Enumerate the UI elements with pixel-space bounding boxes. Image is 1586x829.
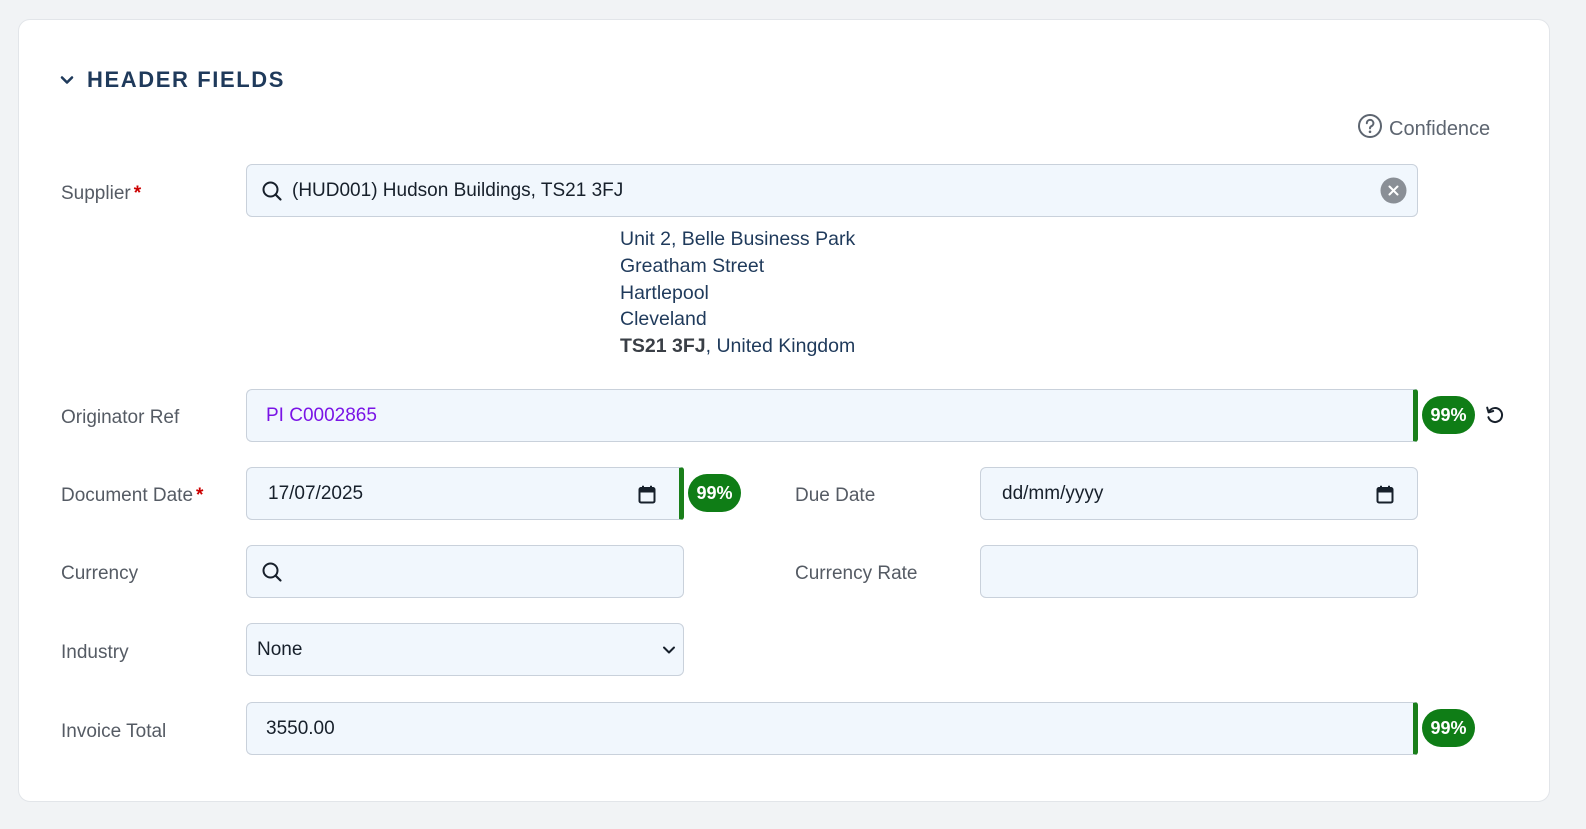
chevron-down-icon <box>59 72 75 88</box>
address-line: Hartlepool <box>620 281 709 304</box>
help-circle-icon <box>1357 113 1389 145</box>
header-fields-card: HEADER FIELDS Confidence Supplier * (HUD0… <box>18 19 1550 802</box>
industry-select[interactable]: None <box>246 623 684 676</box>
currency-rate-label: Currency Rate <box>795 563 918 584</box>
industry-label: Industry <box>61 642 129 663</box>
supplier-label-text: Supplier <box>61 183 131 204</box>
originator-ref-value: PI C0002865 <box>266 404 377 426</box>
supplier-label: Supplier * <box>61 183 141 205</box>
currency-label: Currency <box>61 563 139 584</box>
confidence-badge: 99% <box>1422 396 1475 434</box>
address-line: Cleveland <box>620 308 707 331</box>
postcode: TS21 3FJ <box>620 335 706 358</box>
required-marker: * <box>196 485 204 506</box>
supplier-address: Unit 2, Belle Business Park Greatham Str… <box>620 226 855 360</box>
supplier-search-field[interactable]: (HUD001) Hudson Buildings, TS21 3FJ <box>246 164 1418 217</box>
confidence-label: Confidence <box>1389 117 1491 140</box>
confidence-help[interactable]: Confidence <box>1357 113 1490 145</box>
calendar-icon[interactable] <box>1376 485 1394 504</box>
currency-rate-input[interactable] <box>980 545 1418 598</box>
address-line-postcode: TS21 3FJ, United Kingdom <box>620 333 855 360</box>
originator-ref-input[interactable]: PI C0002865 <box>246 389 1418 442</box>
document-date-input[interactable]: 17/07/2025 <box>246 467 684 520</box>
industry-selected: None <box>257 638 303 660</box>
clear-icon[interactable] <box>1380 177 1407 204</box>
calendar-icon[interactable] <box>638 485 656 504</box>
supplier-value: (HUD001) Hudson Buildings, TS21 3FJ <box>292 179 624 201</box>
currency-search-field[interactable] <box>246 545 684 598</box>
search-icon <box>261 180 283 202</box>
invoice-total-label: Invoice Total <box>61 721 167 742</box>
section-title: HEADER FIELDS <box>87 67 286 92</box>
invoice-total-input[interactable]: 3550.00 <box>246 702 1418 755</box>
reset-icon[interactable] <box>1484 404 1506 426</box>
chevron-down-icon <box>661 642 677 658</box>
invoice-total-value: 3550.00 <box>266 717 335 739</box>
due-date-placeholder: dd/mm/yyyy <box>1002 482 1104 504</box>
document-date-value: 17/07/2025 <box>268 482 364 504</box>
originator-ref-label: Originator Ref <box>61 407 180 428</box>
due-date-label: Due Date <box>795 485 876 506</box>
section-toggle[interactable]: HEADER FIELDS <box>59 67 285 93</box>
address-line: Unit 2, Belle Business Park <box>620 228 856 250</box>
address-line: Greatham Street <box>620 254 765 277</box>
due-date-input[interactable]: dd/mm/yyyy <box>980 467 1418 520</box>
confidence-badge: 99% <box>1422 709 1475 747</box>
search-icon <box>261 561 283 583</box>
confidence-badge: 99% <box>688 474 741 512</box>
required-marker: * <box>133 183 142 204</box>
country: , United Kingdom <box>705 335 856 358</box>
document-date-label: Document Date * <box>61 485 203 507</box>
document-date-label-text: Document Date <box>61 485 194 506</box>
